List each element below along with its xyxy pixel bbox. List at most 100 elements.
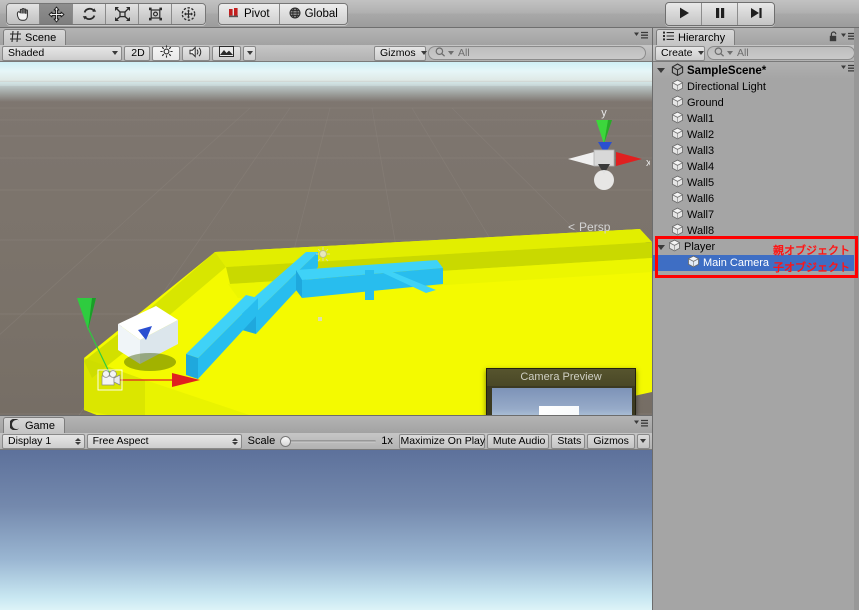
gameobject-icon [671,79,687,95]
scene-toolbar: Shaded 2D Gizmos All [0,45,652,62]
hierarchy-item-label: Wall3 [687,145,715,157]
playback-controls [665,2,775,26]
scale-tool-button[interactable] [106,4,139,24]
hierarchy-item-wall6[interactable]: Wall6 [653,191,859,207]
scene-view-panel: Scene Shaded 2D Gizmos All y x < Persp C… [0,28,652,443]
step-icon [749,6,763,23]
hierarchy-item-wall8[interactable]: Wall8 [653,223,859,239]
hierarchy-header-icons [829,31,855,45]
gameobject-icon [671,223,687,239]
hierarchy-item-wall4[interactable]: Wall4 [653,159,859,175]
toggle-2d-button[interactable]: 2D [124,45,150,61]
scene-orientation-gizmo[interactable]: y x [558,104,650,204]
global-button[interactable]: Global [279,4,347,24]
scene-fx-dropdown[interactable] [243,45,256,61]
game-gizmos-dropdown[interactable] [636,433,650,449]
annotation-child-object: 子オブジェクト [773,261,850,274]
game-viewport[interactable] [0,450,652,610]
gameobject-icon [671,111,687,127]
annotation-parent-object: 親オブジェクト [773,244,850,257]
tab-hierarchy[interactable]: Hierarchy [656,29,736,45]
hierarchy-item-directional-light[interactable]: Directional Light [653,79,859,95]
stats-button[interactable]: Stats [551,433,586,449]
scene-search-input[interactable]: All [428,46,646,60]
scale-icon [114,6,131,22]
hierarchy-item-wall3[interactable]: Wall3 [653,143,859,159]
hierarchy-item-label: Wall8 [687,225,715,237]
hierarchy-search-input[interactable]: All [707,46,855,60]
maximize-on-play-button[interactable]: Maximize On Play [398,433,485,449]
scene-search-value: All [458,47,470,59]
hand-tool-button[interactable] [7,4,40,24]
scene-context-menu-icon[interactable] [841,64,855,76]
play-button[interactable] [666,3,702,25]
hierarchy-item-label: Wall7 [687,209,715,221]
scene-viewport[interactable]: y x < Persp Camera Preview [0,62,652,443]
game-display-dropdown[interactable]: Display 1 [2,433,85,449]
scene-lighting-toggle[interactable] [152,45,180,61]
chevron-down-icon [640,439,647,443]
game-aspect-dropdown[interactable]: Free Aspect [86,433,242,449]
game-display-label: Display 1 [8,435,52,447]
transform-tool-button[interactable] [172,4,205,24]
gameobject-icon [671,175,687,191]
tab-scene[interactable]: Scene [3,29,67,45]
mute-audio-button[interactable]: Mute Audio [486,433,550,449]
slider-thumb[interactable] [280,435,292,447]
shading-mode-dropdown[interactable]: Shaded [2,45,122,61]
tab-game[interactable]: Game [3,417,65,433]
lock-icon[interactable] [829,31,838,45]
chevron-down-icon [420,51,427,55]
chevron-left-icon: < [568,220,576,234]
hierarchy-scrollbar[interactable] [854,28,859,610]
hierarchy-item-wall5[interactable]: Wall5 [653,175,859,191]
hierarchy-item-wall7[interactable]: Wall7 [653,207,859,223]
game-view-panel: Game Display 1 Free Aspect Scale 1x Maxi… [0,415,652,610]
gameobject-icon [671,159,687,175]
hierarchy-item-label: Directional Light [687,81,766,93]
move-tool-button[interactable] [40,4,73,24]
pivot-button[interactable]: Pivot [219,4,280,24]
game-gizmos-label: Gizmos [593,435,629,447]
stats-label: Stats [557,435,582,447]
scene-fx-button[interactable] [212,45,241,61]
scene-audio-toggle[interactable] [182,45,210,61]
hierarchy-item-wall1[interactable]: Wall1 [653,111,859,127]
game-scale-slider[interactable]: Scale 1x [244,435,397,447]
hierarchy-item-wall2[interactable]: Wall2 [653,127,859,143]
chevron-down-icon [246,51,253,55]
hierarchy-list-icon [663,31,674,44]
pivot-rotation-group: Pivot Global [218,3,348,25]
play-icon [677,6,691,23]
step-button[interactable] [738,3,774,25]
rect-transform-icon [147,6,164,22]
hierarchy-item-label: Main Camera [703,257,770,269]
rotate-tool-button[interactable] [73,4,106,24]
gizmo-axis-x-label: x [646,157,650,169]
gizmo-axis-y-label: y [601,107,607,119]
scene-panel-menu-icon[interactable] [634,31,648,43]
chevron-down-icon[interactable] [657,244,665,250]
hierarchy-item-ground[interactable]: Ground [653,95,859,111]
game-gizmos-button[interactable]: Gizmos [587,433,635,449]
chevron-down-icon[interactable] [657,68,665,73]
pause-button[interactable] [702,3,738,25]
tab-scene-label: Scene [25,31,57,44]
scale-slider-track[interactable] [280,435,377,447]
scene-projection-mode[interactable]: < Persp [568,220,610,234]
rect-tool-button[interactable] [139,4,172,24]
image-icon [219,46,234,60]
hierarchy-panel-menu-icon[interactable] [841,32,855,44]
create-dropdown-button[interactable]: Create [655,45,705,61]
chevron-down-icon [448,51,454,55]
transform-tools-group [6,3,206,25]
search-icon [435,46,446,60]
camera-preview-title: Camera Preview [487,369,635,386]
hierarchy-scene-root[interactable]: SampleScene* [653,62,859,79]
search-icon [714,46,725,60]
hand-icon [15,7,32,22]
game-panel-menu-icon[interactable] [634,419,648,431]
gameobject-icon [671,95,687,111]
hierarchy-item-label: Wall1 [687,113,715,125]
scene-gizmos-dropdown[interactable]: Gizmos [374,45,427,61]
